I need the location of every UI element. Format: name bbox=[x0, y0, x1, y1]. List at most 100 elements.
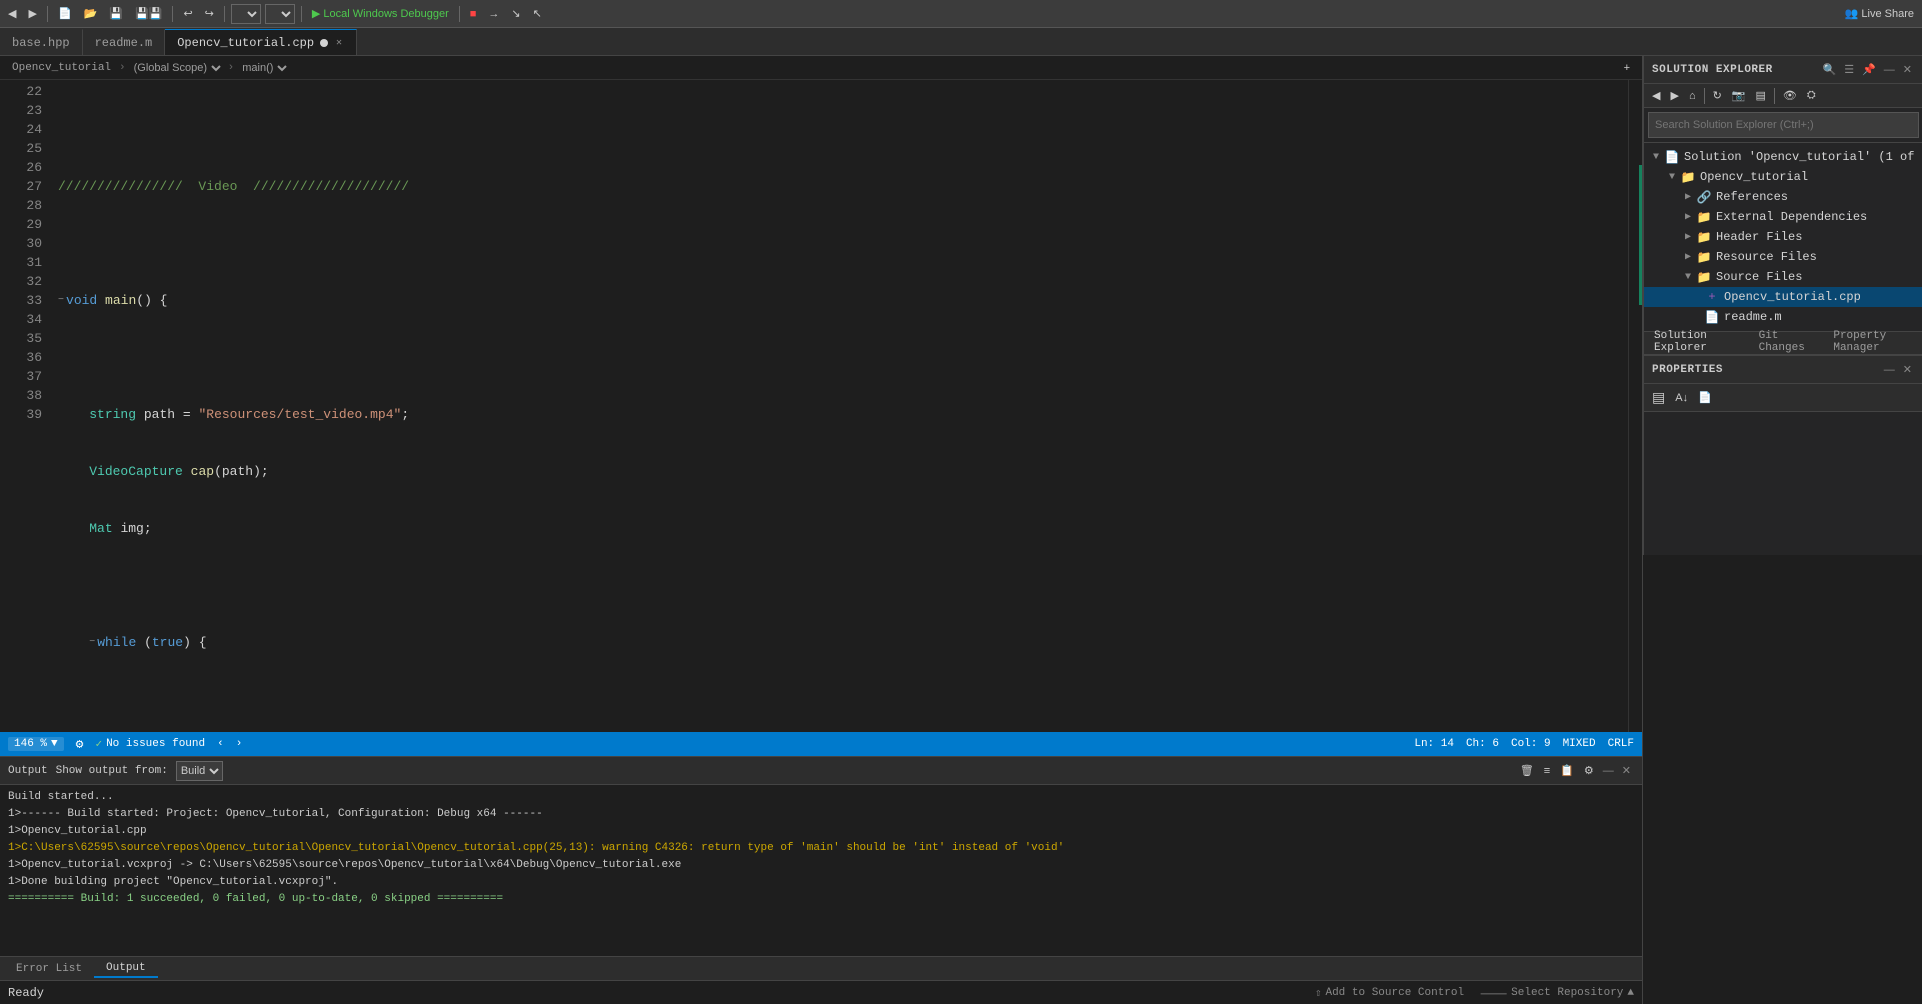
tree-references-node[interactable]: ▶ 🔗 References bbox=[1644, 187, 1922, 207]
output-minimize-button[interactable]: — bbox=[1600, 762, 1617, 779]
open-button[interactable]: 📂 bbox=[80, 5, 102, 22]
output-clear-button[interactable]: 🗑 bbox=[1516, 762, 1538, 779]
forward-button[interactable]: ▶ bbox=[24, 5, 40, 22]
redo-button[interactable]: ↪ bbox=[201, 5, 218, 22]
collapse-31[interactable]: − bbox=[89, 633, 95, 652]
step-into-button[interactable]: ↘ bbox=[507, 5, 524, 22]
breadcrumb-scope-select[interactable]: (Global Scope) bbox=[130, 61, 224, 75]
references-icon: 🔗 bbox=[1696, 189, 1712, 205]
save-all-button[interactable]: 💾💾 bbox=[131, 5, 166, 22]
line-num-33: 33 bbox=[0, 291, 42, 310]
se-tab-git-changes[interactable]: Git Changes bbox=[1749, 328, 1824, 358]
se-search-input[interactable] bbox=[1648, 112, 1919, 138]
tree-opencv-cpp-node[interactable]: + Opencv_tutorial.cpp bbox=[1644, 287, 1922, 307]
save-button[interactable]: 💾 bbox=[105, 5, 127, 22]
output-source-dropdown[interactable]: Build bbox=[176, 761, 223, 781]
code-content[interactable]: //////////////// Video /////////////////… bbox=[50, 80, 1628, 732]
se-minimize-button[interactable]: — bbox=[1881, 62, 1898, 77]
props-minimize-button[interactable]: — bbox=[1881, 362, 1898, 377]
tree-solution-node[interactable]: ▼ 📄 Solution 'Opencv_tutorial' (1 of 1 p… bbox=[1644, 147, 1922, 167]
se-tab-property-manager[interactable]: Property Manager bbox=[1823, 328, 1922, 358]
undo-button[interactable]: ↩ bbox=[179, 5, 196, 22]
tp-videocapture: VideoCapture bbox=[89, 462, 183, 481]
chevron-left-icon[interactable]: ‹ bbox=[217, 738, 224, 750]
editor-expand-button[interactable]: + bbox=[1620, 60, 1634, 76]
indent-29 bbox=[58, 519, 89, 538]
breadcrumb-function-select[interactable]: main() bbox=[238, 61, 290, 75]
tab-error-list[interactable]: Error List bbox=[4, 961, 94, 977]
collapse-25[interactable]: − bbox=[58, 291, 64, 310]
back-button[interactable]: ◀ bbox=[4, 5, 20, 22]
tab-opencv-cpp[interactable]: Opencv_tutorial.cpp ✕ bbox=[165, 29, 357, 55]
issues-status: ✓ No issues found bbox=[95, 737, 205, 751]
se-toolbar-btn-1[interactable]: 🔍 bbox=[1820, 62, 1840, 77]
punct-29: ; bbox=[144, 519, 152, 538]
live-share-button[interactable]: 👥 Live Share bbox=[1841, 5, 1918, 22]
se-settings-btn[interactable]: ⛭ bbox=[1803, 87, 1820, 104]
resource-files-arrow-icon[interactable]: ▶ bbox=[1680, 249, 1696, 265]
se-forward-btn[interactable]: ▶ bbox=[1666, 87, 1682, 104]
breadcrumb-project[interactable]: Opencv_tutorial bbox=[8, 60, 115, 76]
output-wrap-button[interactable]: ≡ bbox=[1540, 762, 1554, 779]
se-sort-btn[interactable]: ▤ bbox=[1752, 87, 1770, 104]
select-repository[interactable]: ⸻ Select Repository ▲ bbox=[1480, 985, 1634, 1001]
scroll-indicator[interactable] bbox=[1628, 80, 1642, 732]
search-container bbox=[1644, 108, 1922, 143]
tree-external-deps-node[interactable]: ▶ 📁 External Dependencies bbox=[1644, 207, 1922, 227]
output-content[interactable]: Build started... 1>------ Build started:… bbox=[0, 785, 1642, 956]
settings-icon[interactable]: ⚙ bbox=[76, 737, 84, 752]
props-alpha-btn[interactable]: A↓ bbox=[1671, 390, 1692, 406]
line-num-29: 29 bbox=[0, 215, 42, 234]
tree-source-files-node[interactable]: ▼ 📁 Source Files bbox=[1644, 267, 1922, 287]
code-line-28: VideoCapture cap(path); bbox=[58, 462, 1628, 481]
bottom-status-bar: Ready ⇧ Add to Source Control ⸻ Select R… bbox=[0, 980, 1642, 1004]
output-copy-button[interactable]: 📋 bbox=[1556, 762, 1578, 779]
props-close-button[interactable]: ✕ bbox=[1900, 362, 1915, 377]
se-tab-solution-explorer[interactable]: Solution Explorer bbox=[1644, 328, 1749, 358]
chevron-right-icon[interactable]: › bbox=[236, 738, 243, 750]
add-to-source-control[interactable]: ⇧ Add to Source Control bbox=[1315, 986, 1464, 1000]
debug-config-dropdown[interactable]: Debug bbox=[231, 4, 261, 24]
se-toolbar-btn-2[interactable]: ☰ bbox=[1841, 62, 1857, 77]
tree-readme-node[interactable]: 📄 readme.m bbox=[1644, 307, 1922, 327]
tab-close-button[interactable]: ✕ bbox=[334, 37, 344, 49]
properties-title: Properties bbox=[1652, 364, 1723, 376]
tab-base-hpp[interactable]: base.hpp bbox=[0, 29, 83, 55]
source-files-arrow-icon[interactable]: ▼ bbox=[1680, 269, 1696, 285]
se-filter-btn[interactable]: 📷 bbox=[1728, 87, 1750, 104]
tab-readme[interactable]: readme.m bbox=[83, 29, 166, 55]
se-back-btn[interactable]: ◀ bbox=[1648, 87, 1664, 104]
se-close-button[interactable]: ✕ bbox=[1900, 62, 1915, 77]
header-files-arrow-icon[interactable]: ▶ bbox=[1680, 229, 1696, 245]
ext-deps-arrow-icon[interactable]: ▶ bbox=[1680, 209, 1696, 225]
start-debug-button[interactable]: ▶ Local Windows Debugger bbox=[308, 5, 453, 22]
props-category-btn[interactable]: ▤ bbox=[1648, 387, 1669, 408]
props-pages-btn[interactable]: 📄 bbox=[1694, 389, 1716, 406]
new-project-button[interactable]: 📄 bbox=[54, 5, 76, 22]
punct-28: (path); bbox=[214, 462, 269, 481]
select-repo-arrow-icon[interactable]: ▲ bbox=[1627, 987, 1634, 999]
references-arrow-icon[interactable]: ▶ bbox=[1680, 189, 1696, 205]
se-home-btn[interactable]: ⌂ bbox=[1685, 88, 1700, 104]
output-close-button[interactable]: ✕ bbox=[1619, 762, 1634, 779]
kw-true: true bbox=[152, 633, 183, 652]
zoom-dropdown-icon[interactable]: ▼ bbox=[51, 738, 58, 750]
step-out-button[interactable]: ↖ bbox=[529, 5, 546, 22]
platform-dropdown[interactable]: x64 bbox=[265, 4, 295, 24]
se-preview-btn[interactable]: 👁 bbox=[1779, 87, 1801, 104]
se-sync-btn[interactable]: ↻ bbox=[1709, 87, 1726, 104]
tree-project-node[interactable]: ▼ 📁 Opencv_tutorial bbox=[1644, 167, 1922, 187]
project-arrow-icon[interactable]: ▼ bbox=[1664, 169, 1680, 185]
output-line-2: 1>------ Build started: Project: Opencv_… bbox=[8, 806, 1634, 823]
tab-output[interactable]: Output bbox=[94, 960, 158, 978]
zoom-control[interactable]: 146 % ▼ bbox=[8, 737, 64, 751]
se-pin-button[interactable]: 📌 bbox=[1859, 62, 1879, 77]
line-ending-status: CRLF bbox=[1608, 738, 1634, 750]
stop-button[interactable]: ■ bbox=[466, 6, 481, 22]
tree-header-files-node[interactable]: ▶ 📁 Header Files bbox=[1644, 227, 1922, 247]
step-over-button[interactable]: → bbox=[484, 6, 503, 22]
tree-resource-files-node[interactable]: ▶ 📁 Resource Files bbox=[1644, 247, 1922, 267]
solution-arrow-icon[interactable]: ▼ bbox=[1648, 149, 1664, 165]
line-num-39: 39 bbox=[0, 405, 42, 424]
output-settings-button[interactable]: ⚙ bbox=[1580, 762, 1598, 779]
